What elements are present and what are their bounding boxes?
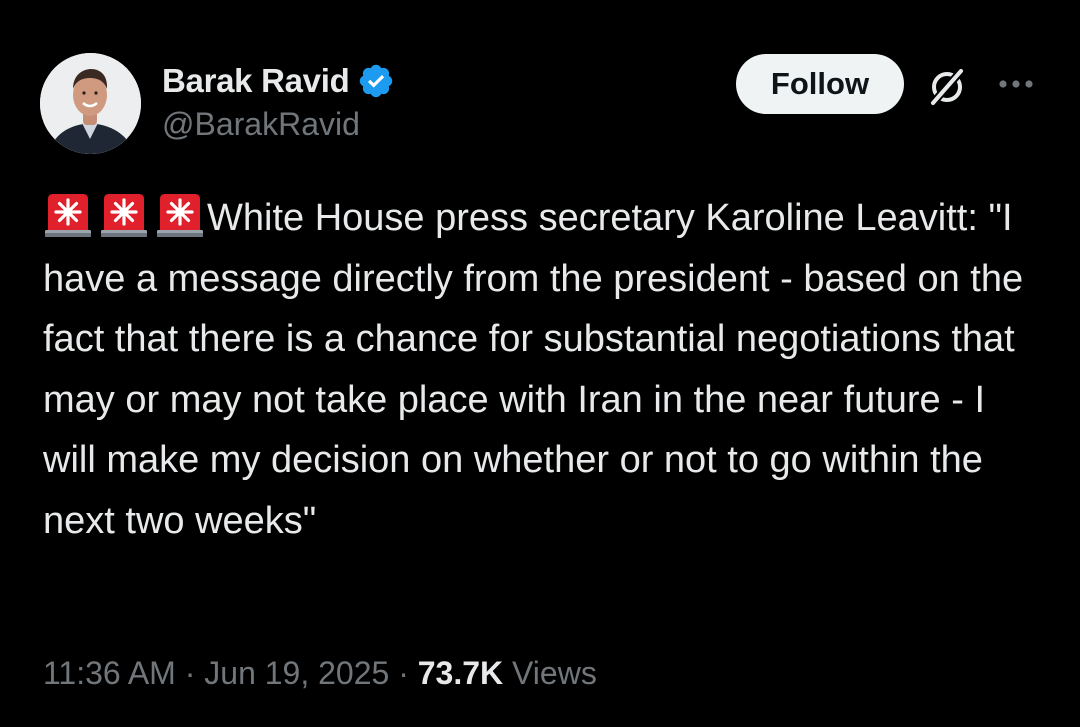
tweet-text-content: White House press secretary Karoline Lea… — [43, 197, 1024, 542]
author-name-row: Barak Ravid — [162, 60, 395, 102]
views-label: Views — [512, 655, 597, 691]
police-siren-emoji-icon — [99, 192, 149, 238]
tweet-date[interactable]: Jun 19, 2025 — [204, 655, 389, 691]
author-display-name[interactable]: Barak Ravid — [162, 62, 350, 100]
avatar[interactable] — [40, 53, 141, 154]
meta-separator: · — [398, 655, 409, 691]
author-handle[interactable]: @BarakRavid — [162, 106, 360, 143]
tweet-text: White House press secretary Karoline Lea… — [43, 188, 1043, 551]
follow-button[interactable]: Follow — [736, 54, 904, 114]
grok-icon[interactable] — [924, 64, 970, 110]
tweet-time[interactable]: 11:36 AM — [43, 655, 176, 691]
verified-badge-icon[interactable] — [357, 62, 395, 100]
meta-separator: · — [184, 655, 196, 691]
tweet-meta: 11:36 AM · Jun 19, 2025 · 73.7K Views — [43, 655, 597, 692]
views-count[interactable]: 73.7K — [418, 655, 503, 691]
more-options-icon[interactable] — [996, 72, 1036, 96]
avatar-photo — [40, 53, 141, 154]
police-siren-emoji-icon — [43, 192, 93, 238]
police-siren-emoji-icon — [155, 192, 205, 238]
